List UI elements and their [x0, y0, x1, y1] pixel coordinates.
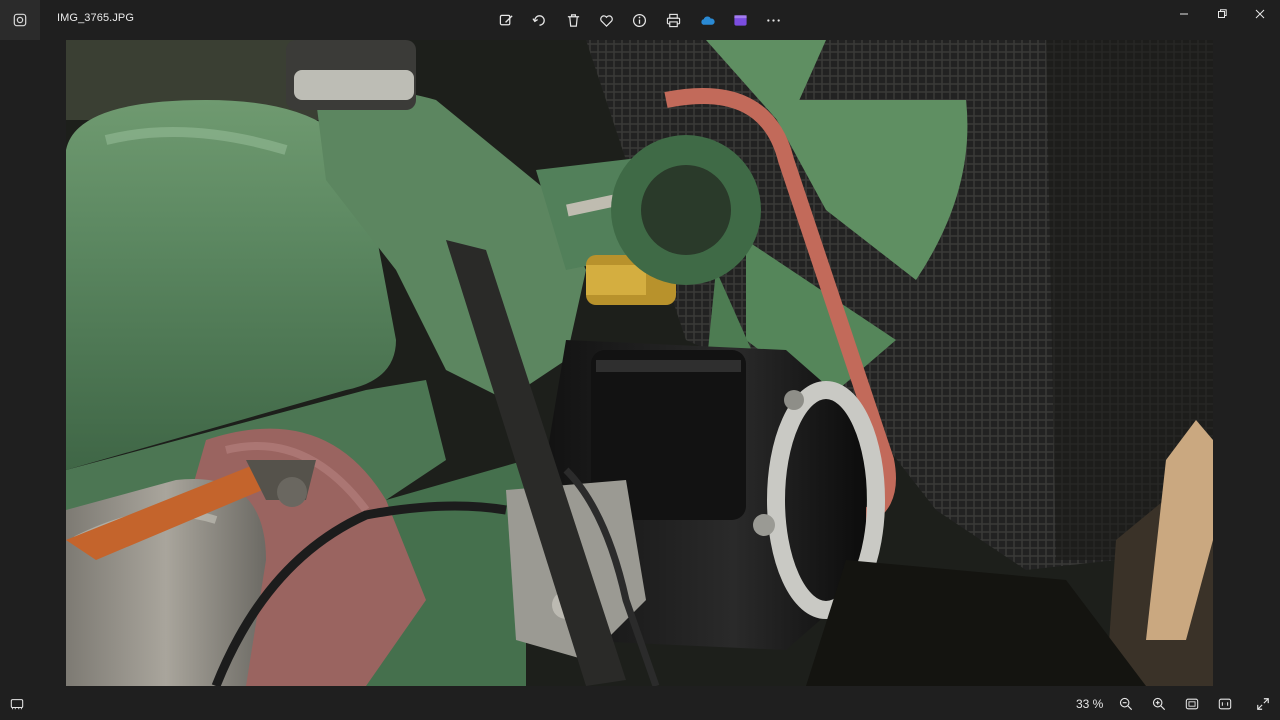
rotate-icon[interactable]: [530, 11, 548, 29]
photo-canvas[interactable]: [66, 40, 1213, 686]
title-bar: IMG_3765.JPG: [0, 0, 1280, 40]
more-options-icon[interactable]: [764, 11, 782, 29]
filmstrip-icon[interactable]: [9, 696, 25, 712]
minimize-icon[interactable]: [1165, 0, 1203, 28]
file-name: IMG_3765.JPG: [57, 12, 135, 24]
delete-icon[interactable]: [564, 11, 582, 29]
maximize-icon[interactable]: [1203, 0, 1241, 28]
zoom-level: 33 %: [1076, 697, 1104, 711]
photos-app-icon: [0, 0, 40, 40]
fullscreen-icon[interactable]: [1255, 696, 1271, 712]
clipchamp-icon[interactable]: [731, 11, 749, 29]
close-icon[interactable]: [1241, 0, 1279, 28]
status-bar: 33 %: [0, 688, 1280, 720]
onedrive-cloud-icon[interactable]: [698, 11, 716, 29]
zoom-in-icon[interactable]: [1151, 696, 1167, 712]
edit-image-icon[interactable]: [497, 11, 515, 29]
engine-photo: [66, 40, 1213, 686]
print-icon[interactable]: [664, 11, 682, 29]
zoom-out-icon[interactable]: [1118, 696, 1134, 712]
favorite-heart-icon[interactable]: [597, 11, 615, 29]
actual-size-icon[interactable]: [1217, 696, 1233, 712]
info-icon[interactable]: [630, 11, 648, 29]
fit-to-window-icon[interactable]: [1184, 696, 1200, 712]
